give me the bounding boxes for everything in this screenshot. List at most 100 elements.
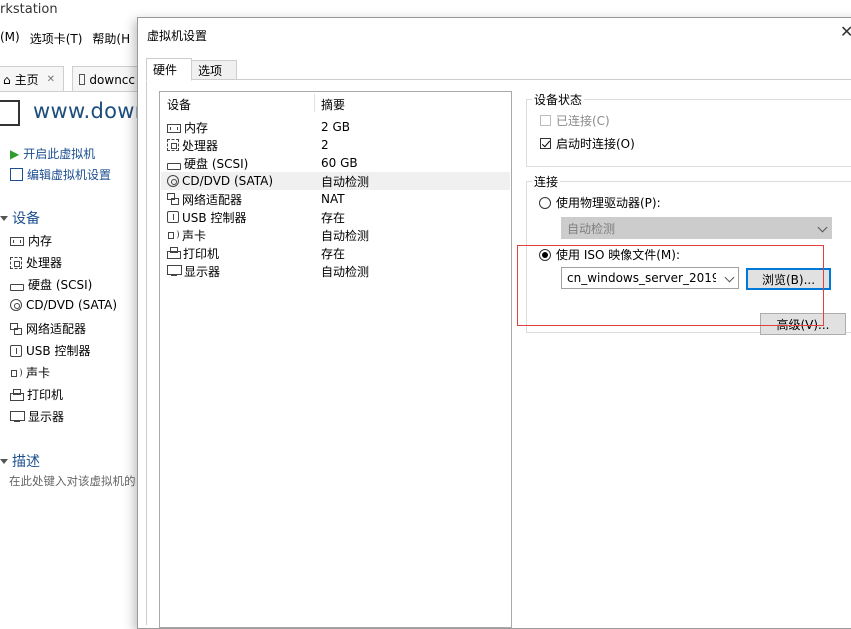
chevron-down-icon [817, 222, 828, 233]
bg-device-cdrom[interactable]: CD/DVD (SATA) [10, 298, 117, 312]
highlight-box [517, 245, 824, 326]
printer-icon [167, 247, 181, 259]
table-row[interactable]: 处理器 2 [161, 136, 510, 154]
bg-device-network[interactable]: 网络适配器 [10, 320, 86, 337]
vm-tab-icon [79, 74, 86, 85]
menu-item-tabs[interactable]: 选项卡(T) [30, 30, 83, 50]
display-icon [10, 410, 25, 423]
device-summary: 自动检测 [321, 174, 370, 189]
menu-bar: (M) 选项卡(T) 帮助(H [0, 30, 130, 50]
network-adapter-icon [10, 322, 22, 335]
bg-device-memory[interactable]: 内存 [10, 232, 52, 249]
vm-name: www.down [33, 99, 149, 123]
device-name: 处理器 [182, 138, 219, 153]
device-name: 显示器 [184, 264, 221, 279]
memory-icon [167, 123, 181, 133]
table-row[interactable]: 打印机 存在 [161, 244, 510, 262]
connect-at-power-on-checkbox[interactable]: 启动时连接(O) [540, 135, 635, 152]
hard-disk-icon [10, 284, 24, 291]
edit-settings-link[interactable]: 编辑虚拟机设置 [10, 166, 111, 183]
checkbox-checked-icon [540, 138, 551, 149]
table-row[interactable]: 硬盘 (SCSI) 60 GB [161, 154, 510, 172]
physical-drive-label: 使用物理驱动器(P): [556, 196, 661, 210]
bg-device-hdd[interactable]: 硬盘 (SCSI) [10, 276, 92, 293]
description-section-header[interactable]: 描述 [0, 451, 40, 471]
bg-device-label: 处理器 [26, 256, 63, 270]
sound-icon [167, 229, 179, 241]
bg-device-label: CD/DVD (SATA) [26, 298, 118, 312]
table-row[interactable]: USB 控制器 存在 [161, 208, 510, 226]
device-name: 内存 [184, 120, 209, 135]
device-name: CD/DVD (SATA) [182, 174, 274, 188]
tab-home-label: 主页 [14, 73, 39, 87]
table-header: 设备 摘要 [160, 92, 511, 114]
bg-device-label: 网络适配器 [26, 322, 87, 336]
bg-device-sound[interactable]: 声卡 [10, 364, 50, 381]
menu-item-view[interactable]: (M) [0, 30, 20, 50]
power-on-link[interactable]: ▶ 开启此虚拟机 [10, 145, 95, 162]
devices-section-header[interactable]: 设备 [0, 208, 40, 228]
bg-device-display[interactable]: 显示器 [10, 408, 64, 425]
tab-hardware[interactable]: 硬件 [146, 58, 192, 81]
device-summary: 自动检测 [321, 264, 370, 279]
tab-options[interactable]: 选项 [191, 60, 237, 80]
device-table: 设备 摘要 内存 2 GB 处理器 2 硬盘 (SCSI) 60 GB CD/D… [159, 91, 512, 628]
device-summary: 自动检测 [321, 228, 370, 243]
column-header-summary[interactable]: 摘要 [321, 96, 345, 113]
bg-device-label: USB 控制器 [26, 344, 91, 358]
device-name: 声卡 [182, 228, 207, 243]
table-row[interactable]: 网络适配器 NAT [161, 190, 510, 208]
bg-device-label: 显示器 [28, 410, 65, 424]
home-icon: ⌂ [3, 72, 11, 87]
tab-vm[interactable]: downcc [72, 66, 142, 92]
menu-item-help[interactable]: 帮助(H [92, 30, 130, 50]
tab-home[interactable]: ⌂ 主页 ✕ [0, 66, 64, 92]
bg-device-label: 硬盘 (SCSI) [28, 278, 93, 292]
bg-device-usb[interactable]: USB 控制器 [10, 342, 90, 359]
table-row[interactable]: 显示器 自动检测 [161, 262, 510, 280]
physical-drive-radio[interactable]: 使用物理驱动器(P): [539, 194, 661, 211]
device-summary: 2 [321, 138, 329, 152]
connect-at-power-on-label: 启动时连接(O) [556, 137, 635, 151]
connected-checkbox[interactable]: 已连接(C) [540, 112, 610, 129]
power-on-label: 开启此虚拟机 [23, 147, 96, 161]
memory-icon [10, 237, 24, 246]
usb-icon [10, 344, 22, 357]
cpu-icon [10, 256, 22, 269]
tab-vm-label: downcc [89, 72, 135, 87]
device-summary: 存在 [321, 210, 346, 225]
table-row[interactable]: 声卡 自动检测 [161, 226, 510, 244]
cd-dvd-icon [167, 175, 179, 187]
devices-section-title: 设备 [12, 211, 40, 227]
table-row-selected[interactable]: CD/DVD (SATA) 自动检测 [161, 172, 510, 190]
device-summary: 存在 [321, 246, 346, 261]
device-name: 打印机 [183, 246, 220, 261]
bg-device-label: 声卡 [26, 366, 51, 380]
device-name: 网络适配器 [182, 192, 243, 207]
connection-title: 连接 [532, 173, 561, 190]
device-status-group [526, 99, 851, 167]
bg-device-cpu[interactable]: 处理器 [10, 254, 62, 271]
bg-device-printer[interactable]: 打印机 [10, 386, 63, 403]
column-separator[interactable] [314, 94, 315, 112]
network-adapter-icon [167, 193, 179, 205]
divider [0, 91, 140, 92]
physical-drive-select[interactable]: 自动检测 [561, 217, 832, 239]
table-row[interactable]: 内存 2 GB [161, 118, 510, 136]
column-header-device[interactable]: 设备 [167, 96, 191, 113]
edit-settings-label: 编辑虚拟机设置 [27, 168, 112, 182]
collapse-arrow-icon [0, 215, 8, 221]
description-input[interactable]: 在此处键入对该虚拟机的 [9, 473, 136, 489]
play-icon: ▶ [10, 146, 20, 161]
collapse-arrow-icon [0, 458, 8, 464]
vm-icon [0, 100, 20, 126]
close-icon[interactable]: ✕ [840, 22, 851, 41]
device-name: USB 控制器 [182, 210, 247, 225]
device-status-title: 设备状态 [532, 91, 585, 108]
cd-dvd-icon [10, 299, 22, 311]
device-summary: 2 GB [321, 120, 350, 134]
bg-device-label: 内存 [28, 234, 53, 248]
hard-disk-icon [167, 162, 181, 170]
close-icon[interactable]: ✕ [47, 74, 55, 85]
app-title: rkstation [0, 2, 58, 17]
